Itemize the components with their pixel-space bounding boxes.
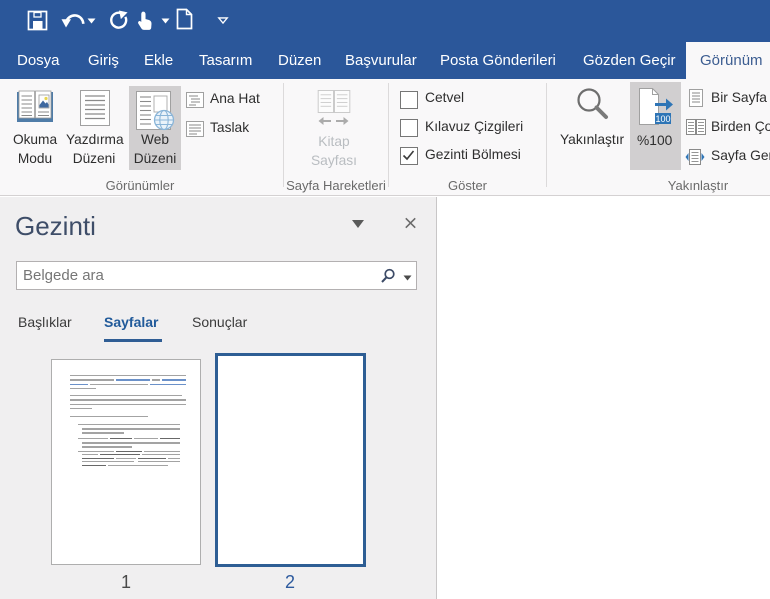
svg-text:100: 100 xyxy=(655,114,670,124)
